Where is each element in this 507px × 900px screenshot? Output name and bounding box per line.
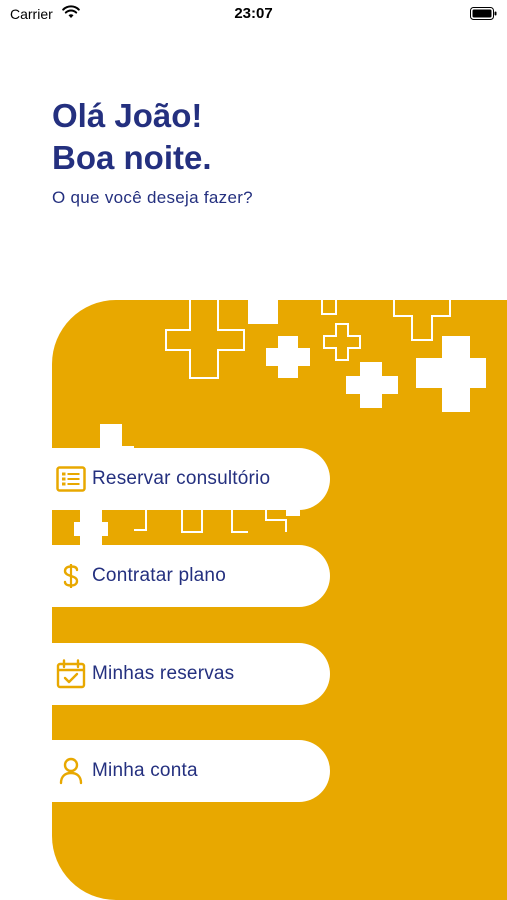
user-icon [55,755,87,787]
status-bar: Carrier 23:07 [0,0,507,28]
greeting-time-of-day: Boa noite. [52,139,212,176]
calendar-check-icon [55,658,87,690]
greeting: Olá João! Boa noite. [52,95,212,179]
menu-item-label: Minhas reservas [92,663,235,684]
question-text: O que você deseja fazer? [52,188,253,207]
battery-icon [470,7,497,20]
menu-item-label: Reservar consultório [92,468,271,489]
menu-item-label: Minha conta [92,760,198,781]
menu-item-label: Contratar plano [92,565,226,586]
dollar-icon [55,560,87,592]
menu-item-reservar-consultorio[interactable]: Reservar consultório [52,448,330,510]
clock: 23:07 [234,5,273,22]
greeting-hello: Olá João! [52,97,203,134]
menu-item-minha-conta[interactable]: Minha conta [52,740,330,802]
menu-item-minhas-reservas[interactable]: Minhas reservas [52,643,330,705]
menu-item-contratar-plano[interactable]: Contratar plano [52,545,330,607]
list-icon [55,463,87,495]
